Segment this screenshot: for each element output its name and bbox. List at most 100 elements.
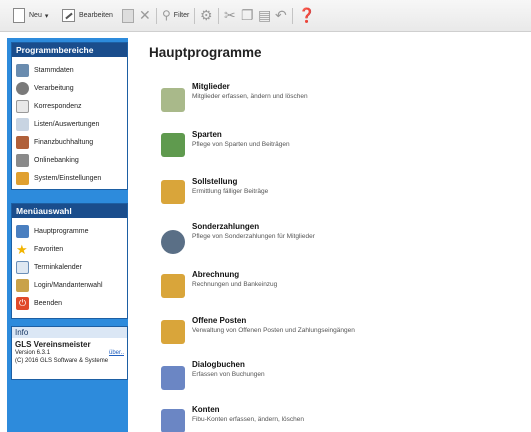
new-button[interactable]: Neu ▾	[13, 7, 48, 24]
accounts-icon	[161, 409, 185, 432]
sidebar-item-label: Verarbeitung	[34, 84, 74, 92]
members-icon	[161, 88, 185, 112]
envelope-icon	[16, 99, 29, 113]
menueauswahl-panel: Menüauswahl Hauptprogramme ★ Favoriten T…	[11, 203, 128, 319]
entry-description: Ermittlung fälliger Beiträge	[192, 188, 269, 195]
panel-heading: Programmbereiche	[12, 43, 127, 57]
sidebar-item-terminkalender[interactable]: Terminkalender	[16, 259, 82, 275]
sidebar-item-hauptprogramme[interactable]: Hauptprogramme	[16, 223, 88, 239]
panel-heading: Menüauswahl	[12, 204, 127, 218]
cut-button[interactable]: ✂	[224, 7, 236, 24]
program-entry-abrechnung[interactable]: Abrechnung Rechnungen und Bankeinzug	[161, 270, 381, 310]
toolbar-divider	[194, 8, 195, 24]
entry-title: Konten	[192, 405, 220, 414]
entry-title: Offene Posten	[192, 316, 247, 325]
program-entry-sparten[interactable]: Sparten Pflege von Sparten und Beiträgen	[161, 130, 381, 170]
sidebar-item-stammdaten[interactable]: Stammdaten	[16, 62, 74, 78]
bank-icon	[16, 153, 29, 167]
gear-icon	[16, 81, 29, 95]
special-payment-icon	[161, 230, 185, 254]
journal-book-icon	[161, 366, 185, 390]
entry-description: Fibu-Konten erfassen, ändern, löschen	[192, 416, 305, 423]
sidebar-item-onlinebanking[interactable]: Onlinebanking	[16, 152, 79, 168]
sidebar-item-label: Login/Mandantenwahl	[34, 281, 103, 289]
sidebar-item-label: System/Einstellungen	[34, 174, 102, 182]
toolbar-divider	[218, 8, 219, 24]
groups-icon	[161, 133, 185, 157]
edit-button-label: Bearbeiten	[79, 12, 113, 19]
coin-calc-icon	[161, 180, 185, 204]
sidebar-item-korrespondenz[interactable]: Korrespondenz	[16, 98, 81, 114]
tools-button[interactable]: ⚙	[200, 7, 213, 24]
entry-title: Sparten	[192, 130, 222, 139]
undo-button[interactable]: ↶	[275, 7, 287, 24]
toolbar-divider	[292, 8, 293, 24]
sidebar-item-favoriten[interactable]: ★ Favoriten	[16, 241, 63, 257]
power-icon: ⏻	[16, 296, 29, 310]
about-link[interactable]: über..	[109, 349, 124, 357]
new-document-icon	[13, 8, 25, 23]
sidebar-item-label: Finanzbuchhaltung	[34, 138, 94, 146]
person-card-icon	[16, 63, 29, 77]
sidebar-item-system[interactable]: System/Einstellungen	[16, 170, 101, 186]
toolbar: Neu ▾ Bearbeiten ✕ ⚲ Filter ⚙ ✂ ❐ ▤ ↶ ❓	[0, 0, 531, 32]
help-button[interactable]: ❓	[298, 7, 315, 24]
programmbereiche-panel: Programmbereiche Stammdaten Verarbeitung…	[11, 42, 128, 190]
undo-icon: ↶	[275, 7, 287, 23]
entry-description: Rechnungen und Bankeinzug	[192, 281, 278, 288]
open-items-icon	[161, 320, 185, 344]
info-heading: Info	[12, 327, 127, 338]
info-panel: Info GLS Vereinsmeister Version 6.3.1 üb…	[11, 326, 128, 380]
dropdown-arrow-icon[interactable]: ▾	[45, 12, 49, 20]
entry-description: Verwaltung von Offenen Posten und Zahlun…	[192, 327, 355, 334]
copy-button[interactable]: ❐	[241, 7, 254, 24]
delete-button[interactable]: ✕	[139, 7, 151, 24]
entry-description: Mitglieder erfassen, ändern und löschen	[192, 93, 308, 100]
copyright-text: (C) 2016 GLS Software & Systeme	[15, 358, 109, 364]
paste-icon: ▤	[258, 7, 272, 23]
sidebar-item-label: Terminkalender	[34, 263, 82, 271]
paste-button[interactable]: ▤	[258, 7, 271, 24]
calendar-icon	[16, 260, 29, 274]
program-entry-sollstellung[interactable]: Sollstellung Ermittlung fälliger Beiträg…	[161, 177, 381, 217]
entry-description: Erfassen von Buchungen	[192, 371, 265, 378]
entry-description: Pflege von Sonderzahlungen für Mitgliede…	[192, 233, 315, 240]
filter-button[interactable]: ⚲ Filter	[162, 7, 189, 24]
star-icon: ★	[16, 241, 28, 257]
entry-title: Sonderzahlungen	[192, 222, 260, 231]
tools-icon: ⚙	[200, 7, 213, 23]
program-entry-konten[interactable]: Konten Fibu-Konten erfassen, ändern, lös…	[161, 405, 381, 432]
page-title: Hauptprogramme	[149, 45, 262, 60]
sidebar-item-listen[interactable]: Listen/Auswertungen	[16, 116, 99, 132]
toolbar-divider	[156, 8, 157, 24]
program-entry-dialogbuchen[interactable]: Dialogbuchen Erfassen von Buchungen	[161, 360, 381, 400]
entry-title: Mitglieder	[192, 82, 230, 91]
edit-button[interactable]: Bearbeiten	[62, 7, 113, 24]
sidebar-item-beenden[interactable]: ⏻ Beenden	[16, 295, 62, 311]
filter-icon: ⚲	[162, 8, 171, 22]
filter-button-label: Filter	[173, 12, 190, 19]
program-entry-mitglieder[interactable]: Mitglieder Mitglieder erfassen, ändern u…	[161, 82, 381, 122]
billing-icon	[161, 274, 185, 298]
edit-icon	[62, 9, 75, 22]
sidebar-item-verarbeitung[interactable]: Verarbeitung	[16, 80, 74, 96]
sidebar-item-finanzbuchhaltung[interactable]: Finanzbuchhaltung	[16, 134, 93, 150]
copy-record-icon	[122, 8, 134, 23]
program-entry-sonderzahlungen[interactable]: Sonderzahlungen Pflege von Sonderzahlung…	[161, 222, 381, 262]
copy-record-button[interactable]	[122, 7, 134, 24]
sidebar-item-label: Listen/Auswertungen	[34, 120, 100, 128]
version-text: Version 6.3.1	[15, 350, 51, 356]
entry-description: Pflege von Sparten und Beiträgen	[192, 141, 290, 148]
user-key-icon	[16, 278, 29, 292]
window-edit-icon	[16, 224, 29, 238]
program-entry-offene-posten[interactable]: Offene Posten Verwaltung von Offenen Pos…	[161, 316, 381, 356]
app-name: GLS Vereinsmeister	[15, 340, 91, 349]
sidebar-item-label: Hauptprogramme	[34, 227, 89, 235]
sidebar-item-label: Onlinebanking	[34, 156, 79, 164]
entry-title: Sollstellung	[192, 177, 238, 186]
entry-title: Abrechnung	[192, 270, 240, 279]
sidebar-item-label: Beenden	[34, 299, 63, 307]
sidebar-item-login[interactable]: Login/Mandantenwahl	[16, 277, 103, 293]
binder-icon	[16, 135, 29, 149]
sidebar-item-label: Stammdaten	[34, 66, 74, 74]
